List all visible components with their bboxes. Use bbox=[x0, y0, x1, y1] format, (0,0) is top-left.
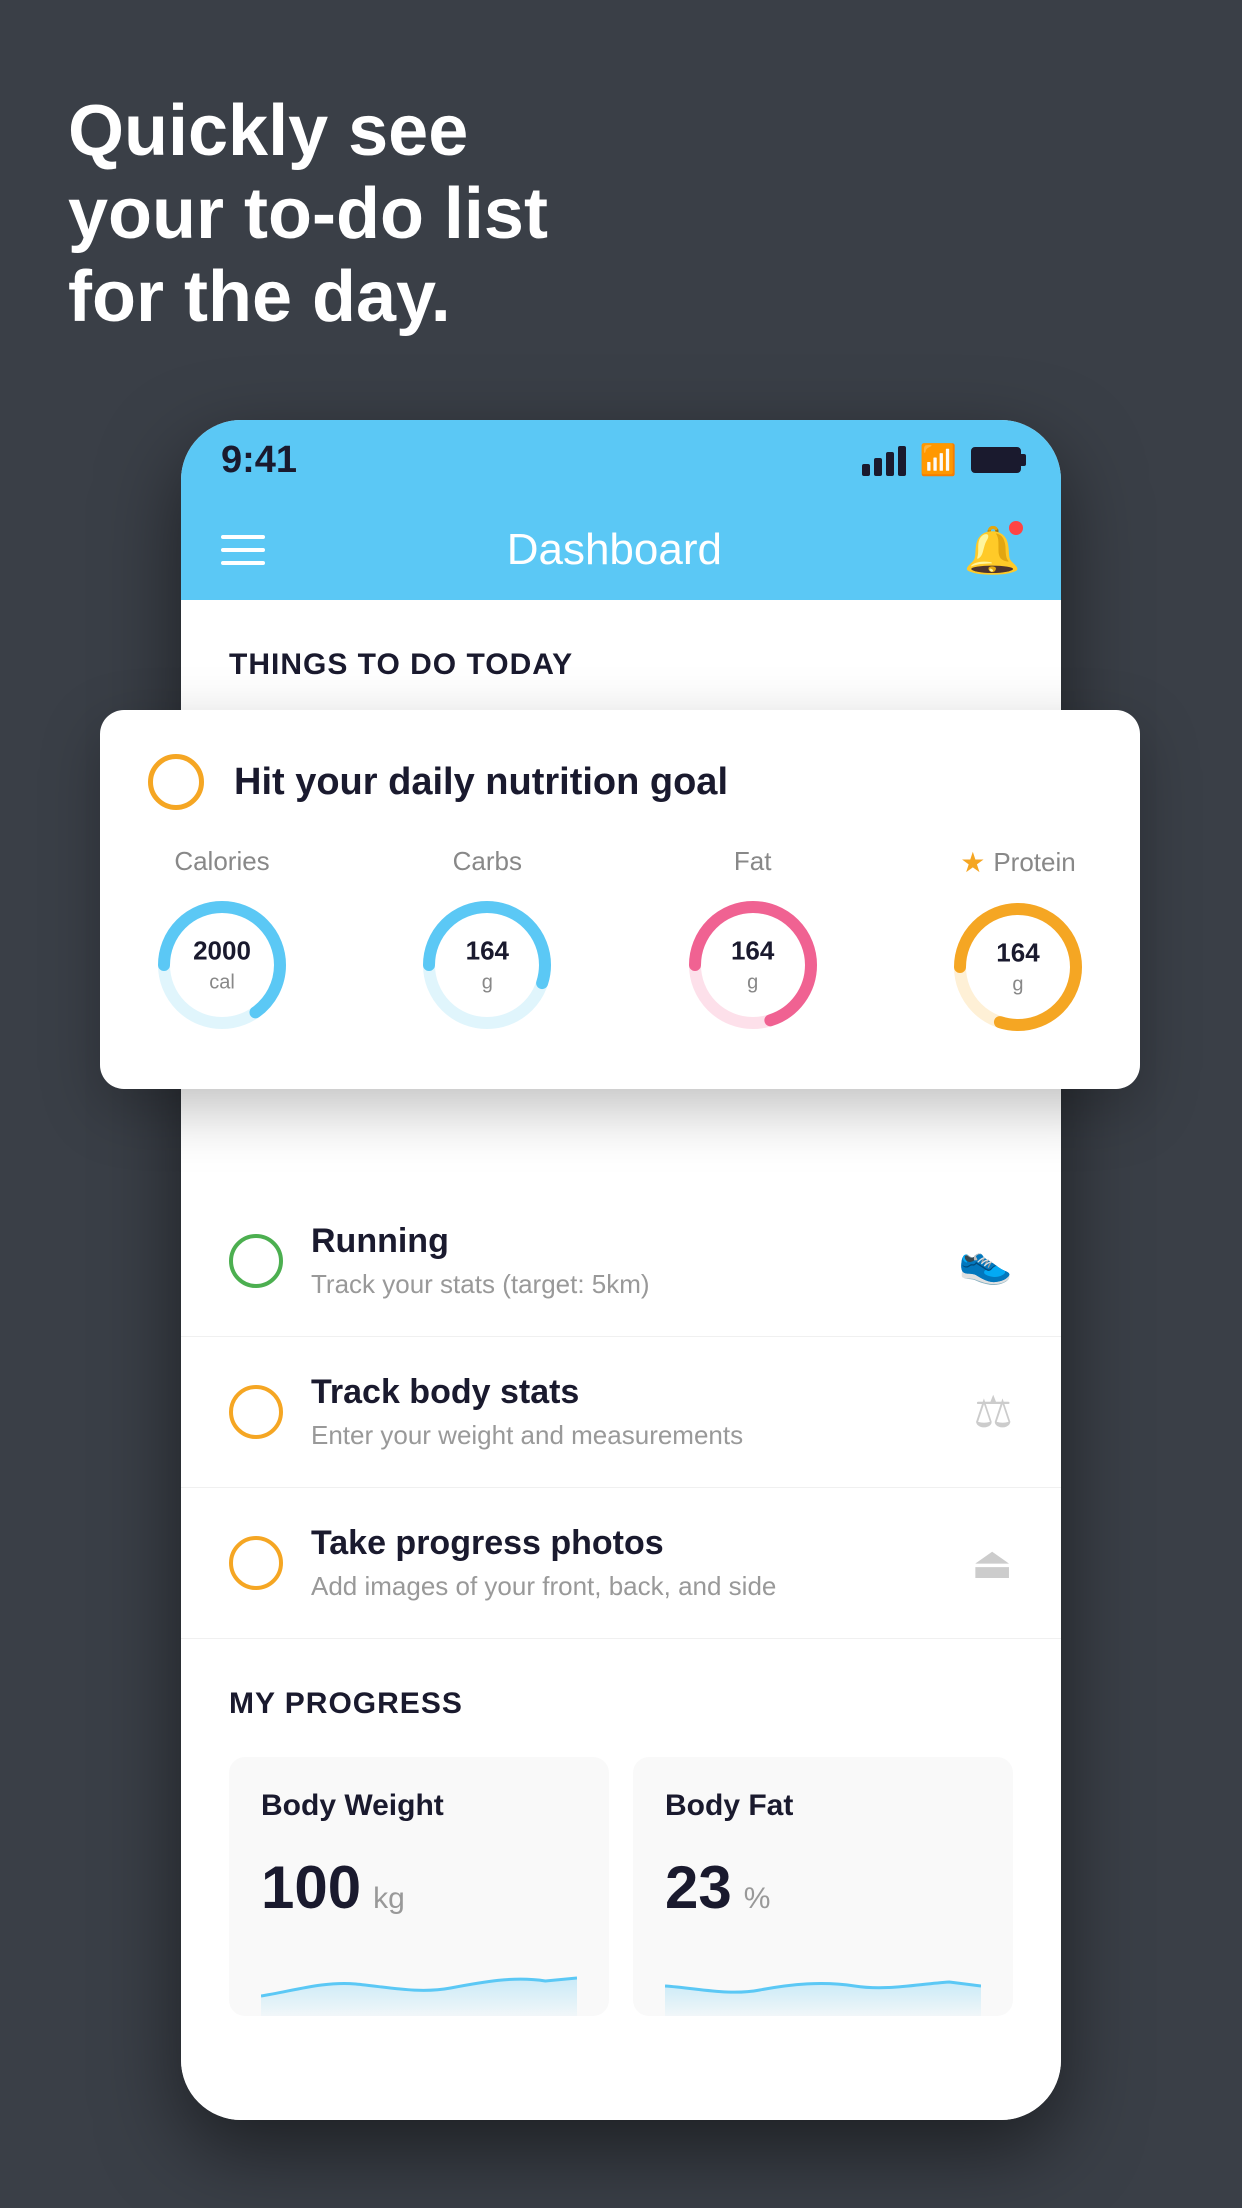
progress-card-weight: Body Weight 100 kg bbox=[229, 1757, 609, 2016]
card-title: Hit your daily nutrition goal bbox=[234, 761, 728, 804]
progress-card-weight-title: Body Weight bbox=[261, 1789, 577, 1823]
todo-sub-photos: Add images of your front, back, and side bbox=[311, 1571, 943, 1602]
hero-line1: Quickly see bbox=[68, 90, 548, 173]
signal-icon bbox=[862, 444, 906, 476]
progress-card-fat: Body Fat 23 % bbox=[633, 1757, 1013, 2016]
todo-circle-photos bbox=[229, 1536, 283, 1590]
wifi-icon: 📶 bbox=[920, 443, 957, 478]
protein-label: ★ Protein bbox=[960, 846, 1076, 879]
todo-item-photos[interactable]: Take progress photos Add images of your … bbox=[181, 1488, 1061, 1639]
notification-button[interactable]: 🔔 bbox=[964, 523, 1021, 578]
calories-label-text: Calories bbox=[174, 846, 269, 877]
todo-sub-running: Track your stats (target: 5km) bbox=[311, 1269, 930, 1300]
calories-value: 2000 cal bbox=[193, 936, 251, 993]
progress-section: MY PROGRESS Body Weight 100 kg bbox=[181, 1639, 1061, 2016]
nutrition-carbs: Carbs 164 g bbox=[413, 846, 561, 1041]
todo-circle-running bbox=[229, 1234, 283, 1288]
status-bar: 9:41 📶 bbox=[181, 420, 1061, 500]
todo-list: Running Track your stats (target: 5km) 👟… bbox=[181, 1186, 1061, 1639]
carbs-value: 164 g bbox=[466, 936, 509, 993]
fat-value: 164 g bbox=[731, 936, 774, 993]
fat-label-text: Fat bbox=[734, 846, 772, 877]
progress-number-weight: 100 bbox=[261, 1853, 361, 1922]
progress-unit-fat: % bbox=[744, 1882, 771, 1916]
card-header: Hit your daily nutrition goal bbox=[148, 754, 1092, 810]
todo-text-photos: Take progress photos Add images of your … bbox=[311, 1524, 943, 1602]
todo-circle-stats bbox=[229, 1385, 283, 1439]
protein-value: 164 g bbox=[996, 938, 1039, 995]
things-title: THINGS TO DO TODAY bbox=[229, 648, 1013, 682]
progress-card-fat-title: Body Fat bbox=[665, 1789, 981, 1823]
nutrition-protein: ★ Protein 164 g bbox=[944, 846, 1092, 1041]
protein-chart: 164 g bbox=[944, 893, 1092, 1041]
fat-chart: 164 g bbox=[679, 891, 827, 1039]
phone-mockup: 9:41 📶 Dashboard 🔔 THINGS TO DO TODAY bbox=[181, 420, 1061, 2120]
todo-text-running: Running Track your stats (target: 5km) bbox=[311, 1222, 930, 1300]
mini-chart-weight bbox=[261, 1946, 577, 2016]
todo-main-photos: Take progress photos bbox=[311, 1524, 943, 1563]
menu-button[interactable] bbox=[221, 535, 265, 565]
hero-text: Quickly see your to-do list for the day. bbox=[68, 90, 548, 338]
things-section: THINGS TO DO TODAY bbox=[181, 600, 1061, 706]
scale-icon: ⚖ bbox=[974, 1387, 1013, 1438]
shoe-icon: 👟 bbox=[958, 1235, 1013, 1287]
carbs-label-text: Carbs bbox=[453, 846, 522, 877]
nutrition-row: Calories 2000 cal Carbs bbox=[148, 846, 1092, 1041]
nutrition-fat: Fat 164 g bbox=[679, 846, 827, 1041]
status-icons: 📶 bbox=[862, 443, 1021, 478]
progress-unit-weight: kg bbox=[373, 1882, 405, 1916]
notification-dot bbox=[1007, 519, 1025, 537]
progress-cards: Body Weight 100 kg bbox=[229, 1757, 1013, 2016]
calories-label: Calories bbox=[174, 846, 269, 877]
mini-chart-fat bbox=[665, 1946, 981, 2016]
todo-item-stats[interactable]: Track body stats Enter your weight and m… bbox=[181, 1337, 1061, 1488]
hero-line2: your to-do list bbox=[68, 173, 548, 256]
battery-icon bbox=[971, 447, 1021, 473]
progress-value-fat: 23 % bbox=[665, 1853, 981, 1922]
todo-check-circle[interactable] bbox=[148, 754, 204, 810]
carbs-chart: 164 g bbox=[413, 891, 561, 1039]
floating-nutrition-card: Hit your daily nutrition goal Calories 2… bbox=[100, 710, 1140, 1089]
star-icon: ★ bbox=[960, 846, 985, 879]
todo-main-stats: Track body stats bbox=[311, 1373, 946, 1412]
progress-value-weight: 100 kg bbox=[261, 1853, 577, 1922]
todo-sub-stats: Enter your weight and measurements bbox=[311, 1420, 946, 1451]
calories-chart: 2000 cal bbox=[148, 891, 296, 1039]
nav-title: Dashboard bbox=[507, 525, 722, 575]
todo-text-stats: Track body stats Enter your weight and m… bbox=[311, 1373, 946, 1451]
nav-bar: Dashboard 🔔 bbox=[181, 500, 1061, 600]
progress-number-fat: 23 bbox=[665, 1853, 732, 1922]
nutrition-calories: Calories 2000 cal bbox=[148, 846, 296, 1041]
protein-label-text: Protein bbox=[993, 847, 1075, 878]
hero-line3: for the day. bbox=[68, 256, 548, 339]
progress-title: MY PROGRESS bbox=[229, 1687, 1013, 1721]
status-time: 9:41 bbox=[221, 439, 297, 482]
person-icon: ⏏ bbox=[971, 1538, 1013, 1589]
todo-main-running: Running bbox=[311, 1222, 930, 1261]
carbs-label: Carbs bbox=[453, 846, 522, 877]
fat-label: Fat bbox=[734, 846, 772, 877]
todo-item-running[interactable]: Running Track your stats (target: 5km) 👟 bbox=[181, 1186, 1061, 1337]
